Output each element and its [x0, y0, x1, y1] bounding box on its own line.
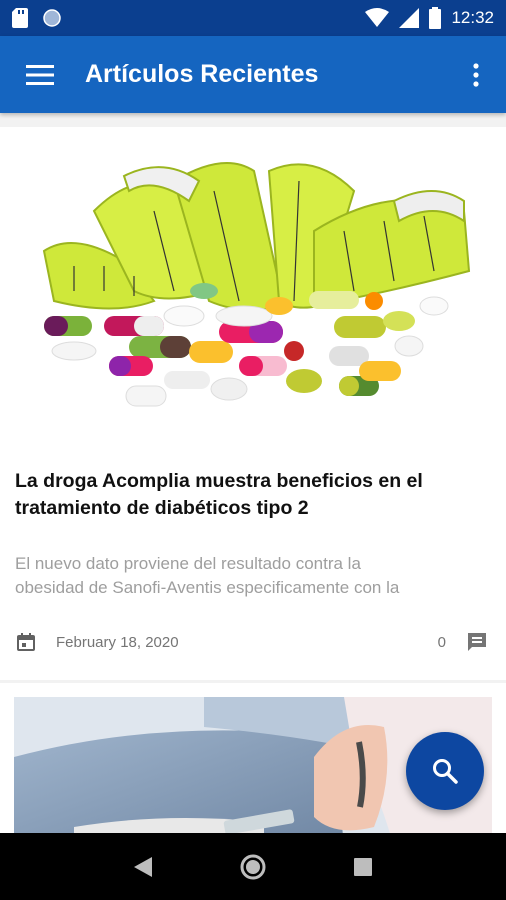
article-date: February 18, 2020: [56, 633, 179, 651]
status-right: 12:32: [365, 7, 494, 29]
back-icon[interactable]: [134, 856, 152, 877]
article-meta: February 18, 2020 0: [0, 627, 506, 657]
system-nav-bar: [0, 833, 506, 900]
status-bar: 12:32: [0, 0, 506, 36]
article-card[interactable]: La droga Acomplia muestra beneficios en …: [0, 127, 506, 680]
tape-measure-pills-image: [14, 141, 492, 431]
home-icon[interactable]: [240, 854, 266, 880]
battery-icon: [429, 7, 442, 29]
circle-notification-icon: [43, 9, 61, 27]
page-title: Artículos Recientes: [85, 60, 319, 88]
more-vert-icon: [473, 62, 479, 87]
more-options-button[interactable]: [446, 36, 506, 113]
app-bar: Artículos Recientes: [0, 36, 506, 113]
article-excerpt-line: obesidad de Sanofi-Aventis especificamen…: [15, 578, 400, 597]
article-image: [14, 141, 492, 431]
article-list[interactable]: La droga Acomplia muestra beneficios en …: [0, 113, 506, 833]
article-excerpt: El nuevo dato proviene del resultado con…: [15, 552, 485, 600]
status-left: [12, 8, 62, 28]
signal-icon: [399, 8, 420, 28]
menu-button[interactable]: [0, 36, 80, 113]
article-excerpt-line: El nuevo dato proviene del resultado con…: [15, 554, 361, 573]
comment-icon[interactable]: [466, 631, 488, 653]
search-icon: [433, 759, 458, 784]
comment-count: 0: [437, 633, 446, 651]
menu-icon: [26, 64, 54, 85]
article-title[interactable]: La droga Acomplia muestra beneficios en …: [15, 468, 485, 522]
wifi-icon: [365, 8, 390, 27]
search-button[interactable]: [406, 732, 484, 810]
sd-card-icon: [12, 8, 28, 28]
recents-icon[interactable]: [354, 857, 372, 876]
calendar-icon: [17, 633, 35, 651]
status-time: 12:32: [451, 8, 494, 27]
